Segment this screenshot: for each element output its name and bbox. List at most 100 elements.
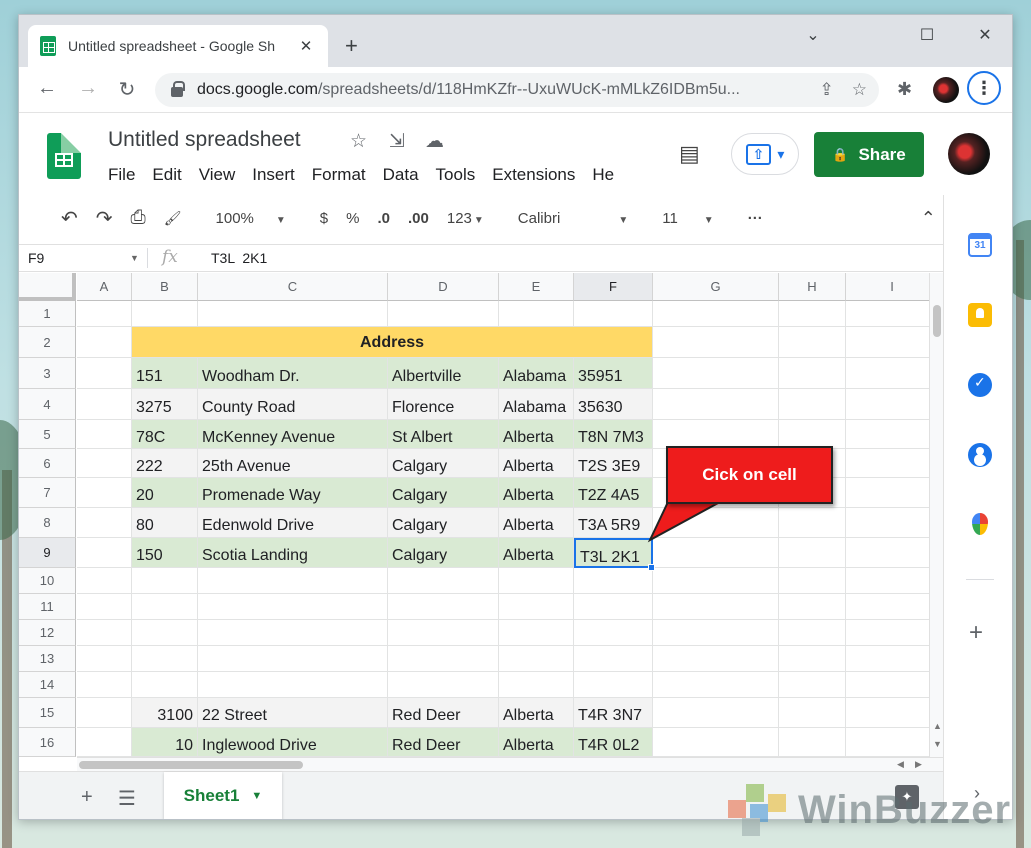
share-page-icon[interactable]: ⇪ [820,80,834,100]
menu-help[interactable]: He [592,165,614,185]
cell-e9[interactable]: Alberta [499,538,574,568]
cell-d7[interactable]: Calgary [388,478,499,508]
cell-c5[interactable]: McKenney Avenue [198,420,388,449]
cell-a10[interactable] [77,568,132,594]
row-header-11[interactable]: 11 [19,594,76,620]
cell-f11[interactable] [574,594,653,620]
cell-a8[interactable] [77,508,132,538]
cell-c15[interactable]: 22 Street [198,698,388,728]
cell-d8[interactable]: Calgary [388,508,499,538]
column-header-g[interactable]: G [653,273,779,301]
cell-g14[interactable] [653,672,779,698]
menu-extensions[interactable]: Extensions [492,165,575,185]
cell-d13[interactable] [388,646,499,672]
cell-e15[interactable]: Alberta [499,698,574,728]
cell-g15[interactable] [653,698,779,728]
url-input[interactable]: docs.google.com/spreadsheets/d/118HmKZfr… [155,73,879,107]
row-header-2[interactable]: 2 [19,327,76,358]
menu-view[interactable]: View [199,165,236,185]
currency-format-button[interactable]: $ [320,210,328,227]
row-header-3[interactable]: 3 [19,358,76,389]
cell-c3[interactable]: Woodham Dr. [198,358,388,389]
forward-icon[interactable]: → [74,77,102,100]
cell-g2[interactable] [653,327,779,358]
cell-c13[interactable] [198,646,388,672]
row-header-7[interactable]: 7 [19,478,76,508]
scroll-left-icon[interactable]: ◀ [897,759,904,770]
add-sheet-button[interactable]: + [81,786,93,809]
cell-a12[interactable] [77,620,132,646]
cell-c12[interactable] [198,620,388,646]
cell-i15[interactable] [846,698,929,728]
scroll-down-icon[interactable]: ▼ [933,739,942,749]
get-addons-icon[interactable]: + [969,619,983,647]
column-header-d[interactable]: D [388,273,499,301]
cloud-status-icon[interactable]: ☁ [425,130,444,153]
cell-i3[interactable] [846,358,929,389]
share-button[interactable]: 🔒 Share [814,132,924,177]
cell-e5[interactable]: Alberta [499,420,574,449]
cell-d3[interactable]: Albertville [388,358,499,389]
cell-i8[interactable] [846,508,929,538]
cell-e6[interactable]: Alberta [499,449,574,478]
move-icon[interactable]: ⇲ [389,130,405,153]
sheets-logo-icon[interactable] [47,133,81,179]
cell-g5[interactable] [653,420,779,449]
cell-c4[interactable]: County Road [198,389,388,420]
cell-h11[interactable] [779,594,846,620]
cell-e14[interactable] [499,672,574,698]
document-title[interactable]: Untitled spreadsheet [108,128,301,152]
cell-c7[interactable]: Promenade Way [198,478,388,508]
cell-i14[interactable] [846,672,929,698]
menu-insert[interactable]: Insert [252,165,295,185]
row-header-9[interactable]: 9 [19,538,76,568]
browser-menu-icon[interactable]: ⋮ [967,71,1001,105]
cell-a4[interactable] [77,389,132,420]
menu-file[interactable]: File [108,165,135,185]
column-header-e[interactable]: E [499,273,574,301]
print-icon[interactable]: ⎙ [131,207,146,229]
cell-e7[interactable]: Alberta [499,478,574,508]
cell-d9[interactable]: Calgary [388,538,499,568]
tab-close-icon[interactable]: ✕ [296,37,316,55]
cell-i1[interactable] [846,301,929,327]
row-header-16[interactable]: 16 [19,728,76,757]
cell-d11[interactable] [388,594,499,620]
name-box[interactable]: F9 [28,250,44,266]
cell-a2[interactable] [77,327,132,358]
cell-g10[interactable] [653,568,779,594]
more-formats-select[interactable]: 123 ▼ [447,210,484,227]
cell-h10[interactable] [779,568,846,594]
cell-f8[interactable]: T3A 5R9 [574,508,653,538]
cell-d5[interactable]: St Albert [388,420,499,449]
cell-f1[interactable] [574,301,653,327]
cell-f5[interactable]: T8N 7M3 [574,420,653,449]
row-header-5[interactable]: 5 [19,420,76,449]
redo-icon[interactable]: ↷ [96,206,113,231]
cell-c10[interactable] [198,568,388,594]
cell-b5[interactable]: 78C [132,420,198,449]
cell-e11[interactable] [499,594,574,620]
cell-f4[interactable]: 35630 [574,389,653,420]
cell-i10[interactable] [846,568,929,594]
row-header-15[interactable]: 15 [19,698,76,728]
cell-a13[interactable] [77,646,132,672]
reload-icon[interactable]: ↻ [113,77,141,102]
new-tab-button[interactable]: + [345,33,358,59]
cell-g1[interactable] [653,301,779,327]
row-header-12[interactable]: 12 [19,620,76,646]
cell-d10[interactable] [388,568,499,594]
cell-f3[interactable]: 35951 [574,358,653,389]
chevron-down-icon[interactable]: ▼ [130,253,139,263]
sheet-tab-sheet1[interactable]: Sheet1 ▼ [164,772,282,819]
row-header-1[interactable]: 1 [19,301,76,327]
cell-a15[interactable] [77,698,132,728]
more-icon[interactable]: ··· [748,210,763,227]
cell-f13[interactable] [574,646,653,672]
cell-i5[interactable] [846,420,929,449]
cell-h16[interactable] [779,728,846,757]
column-header-a[interactable]: A [77,273,132,301]
cell-f6[interactable]: T2S 3E9 [574,449,653,478]
vertical-scroll-thumb[interactable] [933,305,941,337]
horizontal-scrollbar[interactable]: ◀ ▶ [77,757,943,771]
